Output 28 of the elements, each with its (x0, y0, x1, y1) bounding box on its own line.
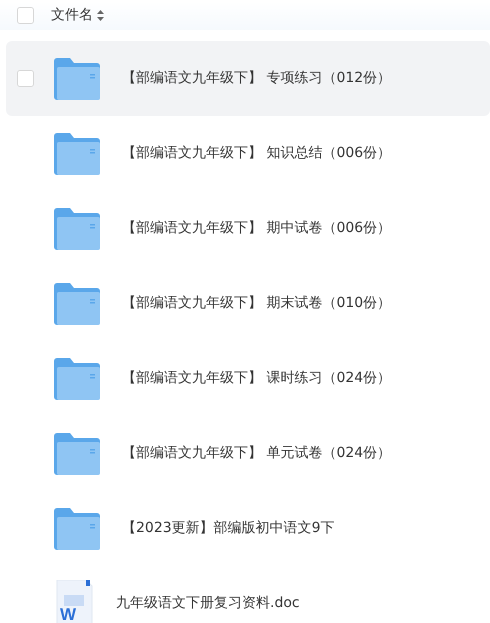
column-header[interactable]: 文件名 (51, 4, 93, 26)
file-name[interactable]: 【部编语文九年级下】 知识总结（006份） (122, 143, 392, 164)
file-row[interactable]: 【部编语文九年级下】 知识总结（006份） (6, 116, 490, 191)
folder-icon (54, 508, 100, 550)
file-name[interactable]: 【部编语文九年级下】 单元试卷（024份） (122, 443, 392, 464)
file-row[interactable]: 【部编语文九年级下】 期末试卷（010份） (6, 266, 490, 341)
folder-icon (54, 432, 100, 474)
file-name[interactable]: 【部编语文九年级下】 专项练习（012份） (122, 68, 392, 89)
checkbox[interactable] (17, 6, 34, 24)
file-row[interactable]: 【部编语文九年级下】 单元试卷（024份） (6, 416, 490, 491)
folder-icon (54, 358, 100, 400)
file-name[interactable]: 【2023更新】部编版初中语文9下 (122, 518, 335, 539)
file-row[interactable]: W 九年级语文下册复习资料.doc (6, 566, 490, 623)
file-row[interactable]: 【部编语文九年级下】 期中试卷（006份） (6, 191, 490, 266)
file-name[interactable]: 九年级语文下册复习资料.doc (116, 593, 300, 614)
sort-icon[interactable] (97, 10, 104, 20)
file-row[interactable]: 【2023更新】部编版初中语文9下 (6, 491, 490, 566)
word-document-icon: W (54, 580, 94, 623)
checkbox[interactable] (17, 70, 34, 87)
folder-icon (54, 282, 100, 324)
folder-icon (54, 208, 100, 250)
file-name[interactable]: 【部编语文九年级下】 期中试卷（006份） (122, 218, 392, 239)
folder-icon (54, 58, 100, 100)
file-row[interactable]: 【部编语文九年级下】 专项练习（012份） (6, 41, 490, 116)
folder-icon (54, 132, 100, 174)
file-name[interactable]: 【部编语文九年级下】 期末试卷（010份） (122, 293, 392, 314)
file-name[interactable]: 【部编语文九年级下】 课时练习（024份） (122, 368, 392, 389)
file-row[interactable]: 【部编语文九年级下】 课时练习（024份） (6, 341, 490, 416)
